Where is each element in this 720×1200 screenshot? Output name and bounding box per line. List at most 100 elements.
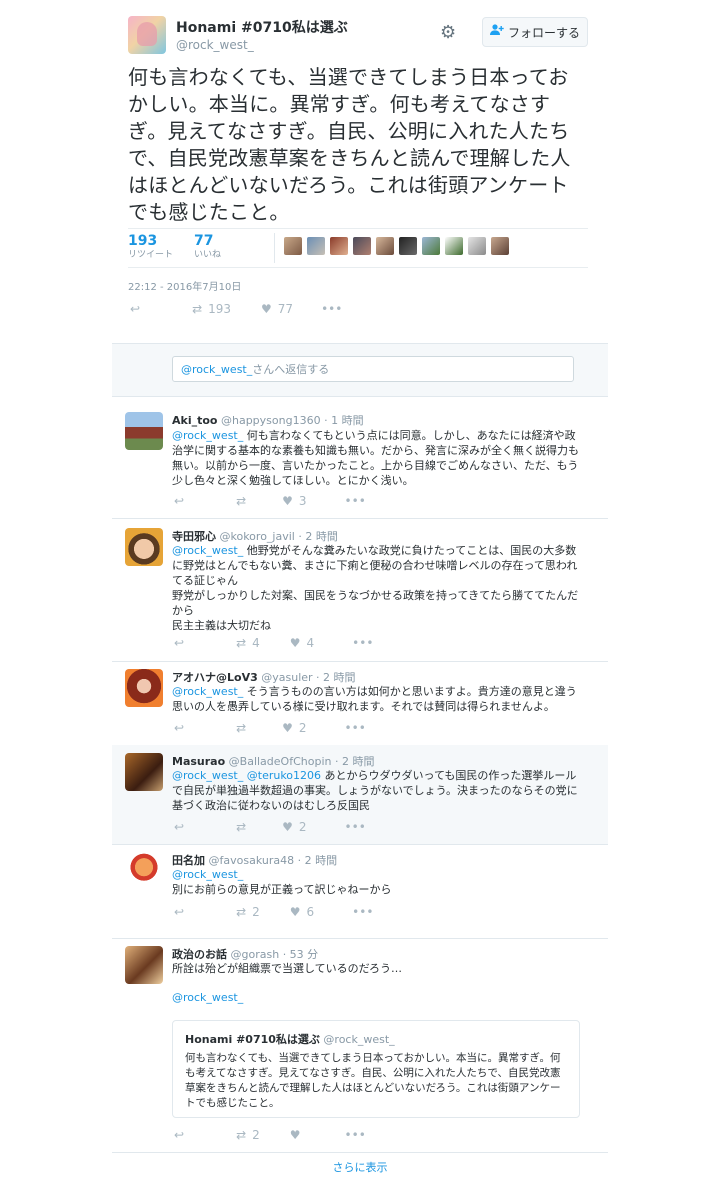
tweet-card: Honami #0710私は選ぶ @rock_west_ ⚙ フォローする 何も…: [112, 0, 608, 1200]
author-name[interactable]: Honami #0710私は選ぶ: [176, 17, 348, 37]
reply-avatar[interactable]: [125, 528, 163, 566]
liker-avatar[interactable]: [445, 237, 463, 255]
reply-header: 寺田邪心 @kokoro_javil · 2 時間: [172, 528, 338, 544]
like-action[interactable]: ♥ 3: [282, 494, 306, 508]
reply-mention-text[interactable]: @rock_west_: [172, 991, 243, 1004]
more-action[interactable]: •••: [352, 905, 373, 919]
reply-handle[interactable]: @BalladeOfChopin: [229, 755, 332, 768]
reply-name[interactable]: 寺田邪心: [172, 530, 216, 543]
retweet-icon: ⇄: [236, 1128, 247, 1142]
more-action[interactable]: •••: [345, 1128, 366, 1142]
retweet-action[interactable]: ⇄ 2: [236, 1128, 260, 1142]
reply-header: Masurao @BalladeOfChopin · 2 時間: [172, 753, 374, 769]
reply-time[interactable]: · 2 時間: [316, 671, 356, 684]
author-avatar[interactable]: [128, 16, 166, 54]
reply-action[interactable]: ↩: [174, 494, 184, 508]
reply-header: 政治のお話 @gorash · 53 分: [172, 946, 318, 962]
show-more-link[interactable]: さらに表示: [112, 1152, 608, 1184]
retweet-action[interactable]: ⇄: [236, 721, 252, 735]
like-action[interactable]: ♥ 6: [290, 905, 314, 919]
reply-action[interactable]: ↩: [174, 721, 184, 735]
liker-avatar[interactable]: [353, 237, 371, 255]
reply-handle[interactable]: @gorash: [231, 948, 280, 961]
more-action[interactable]: •••: [345, 721, 366, 735]
retweet-action[interactable]: ⇄ 4: [236, 636, 260, 650]
reply-name[interactable]: アオハナ@LoV3: [172, 671, 258, 684]
retweet-action[interactable]: ⇄ 193: [192, 302, 231, 316]
reply-action[interactable]: ↩: [174, 636, 184, 650]
reply-avatar[interactable]: [125, 412, 163, 450]
reply-action[interactable]: ↩: [174, 820, 184, 834]
reply-mention[interactable]: @rock_west_: [172, 769, 243, 782]
retweet-action[interactable]: ⇄: [236, 494, 252, 508]
reply-handle[interactable]: @favosakura48: [209, 854, 295, 867]
retweet-icon: ⇄: [236, 636, 247, 650]
reply-mention[interactable]: @rock_west_: [172, 868, 243, 881]
reply-mention[interactable]: @rock_west_: [172, 990, 582, 1005]
liker-avatar[interactable]: [330, 237, 348, 255]
heart-icon: ♥: [261, 302, 272, 316]
liker-avatar[interactable]: [307, 237, 325, 255]
reply-name[interactable]: 政治のお話: [172, 948, 227, 961]
retweet-stat[interactable]: 193 リツイート: [128, 233, 173, 261]
reply-item[interactable]: アオハナ@LoV3 @yasuler · 2 時間 @rock_west_ そう…: [112, 661, 608, 746]
reply-action[interactable]: ↩: [130, 302, 140, 316]
liker-avatar[interactable]: [422, 237, 440, 255]
reply-avatar[interactable]: [125, 946, 163, 984]
reply-action[interactable]: ↩: [174, 1128, 184, 1142]
reply-handle[interactable]: @yasuler: [261, 671, 312, 684]
reply-avatar[interactable]: [125, 852, 163, 890]
author-handle[interactable]: @rock_west_: [176, 38, 254, 52]
reply-time[interactable]: · 2 時間: [298, 854, 338, 867]
more-action[interactable]: •••: [352, 636, 373, 650]
reply-time[interactable]: · 1 時間: [324, 414, 364, 427]
reply-input[interactable]: @rock_west_さんへ返信する: [172, 356, 574, 382]
reply-action[interactable]: ↩: [174, 905, 184, 919]
follow-button[interactable]: フォローする: [482, 17, 588, 47]
reply-header: 田名加 @favosakura48 · 2 時間: [172, 852, 337, 868]
like-stat[interactable]: 77 いいね: [194, 233, 221, 261]
like-action[interactable]: ♥ 77: [261, 302, 293, 316]
reply-avatar[interactable]: [125, 669, 163, 707]
reply-item[interactable]: 寺田邪心 @kokoro_javil · 2 時間 @rock_west_ 他野…: [112, 518, 608, 662]
liker-avatars: [284, 237, 509, 255]
like-action[interactable]: ♥ 4: [290, 636, 314, 650]
liker-avatar[interactable]: [376, 237, 394, 255]
reply-mention-2[interactable]: @teruko1206: [247, 769, 321, 782]
gear-icon[interactable]: ⚙: [440, 22, 456, 43]
more-action[interactable]: •••: [345, 494, 366, 508]
reply-time[interactable]: · 2 時間: [335, 755, 375, 768]
reply-time[interactable]: · 2 時間: [298, 530, 338, 543]
retweet-action[interactable]: ⇄: [236, 820, 252, 834]
quoted-tweet[interactable]: Honami #0710私は選ぶ @rock_west_ 何も言わなくても、当選…: [172, 1020, 580, 1118]
more-action[interactable]: •••: [321, 302, 342, 316]
reply-mention[interactable]: @rock_west_: [172, 685, 243, 698]
retweet-action[interactable]: ⇄ 2: [236, 905, 260, 919]
reply-item[interactable]: 田名加 @favosakura48 · 2 時間 @rock_west_ 別にお前…: [112, 844, 608, 939]
reply-name[interactable]: 田名加: [172, 854, 205, 867]
liker-avatar[interactable]: [491, 237, 509, 255]
liker-avatar[interactable]: [284, 237, 302, 255]
tweet-timestamp[interactable]: 22:12 - 2016年7月10日: [128, 278, 241, 293]
reply-mention[interactable]: @rock_west_: [172, 544, 243, 557]
reply-icon: ↩: [174, 1128, 185, 1142]
reply-name[interactable]: Aki_too: [172, 414, 217, 427]
reply-avatar[interactable]: [125, 753, 163, 791]
liker-avatar[interactable]: [399, 237, 417, 255]
reply-input-placeholder: さんへ返信する: [252, 363, 330, 376]
reply-time[interactable]: · 53 分: [283, 948, 319, 961]
reply-header: Aki_too @happysong1360 · 1 時間: [172, 412, 364, 428]
like-action[interactable]: ♥: [290, 1128, 307, 1142]
like-action[interactable]: ♥ 2: [282, 820, 306, 834]
reply-item[interactable]: Aki_too @happysong1360 · 1 時間 @rock_west…: [112, 396, 608, 519]
like-action[interactable]: ♥ 2: [282, 721, 306, 735]
reply-actions: ↩ ⇄ ♥ 3 •••: [174, 494, 366, 508]
more-action[interactable]: •••: [345, 820, 366, 834]
liker-avatar[interactable]: [468, 237, 486, 255]
reply-item[interactable]: 政治のお話 @gorash · 53 分 所詮は殆どが組織票で当選しているのだろ…: [112, 938, 608, 1153]
reply-mention[interactable]: @rock_west_: [172, 429, 243, 442]
reply-handle[interactable]: @kokoro_javil: [220, 530, 295, 543]
reply-name[interactable]: Masurao: [172, 755, 225, 768]
reply-handle[interactable]: @happysong1360: [221, 414, 321, 427]
reply-item[interactable]: Masurao @BalladeOfChopin · 2 時間 @rock_we…: [112, 745, 608, 845]
